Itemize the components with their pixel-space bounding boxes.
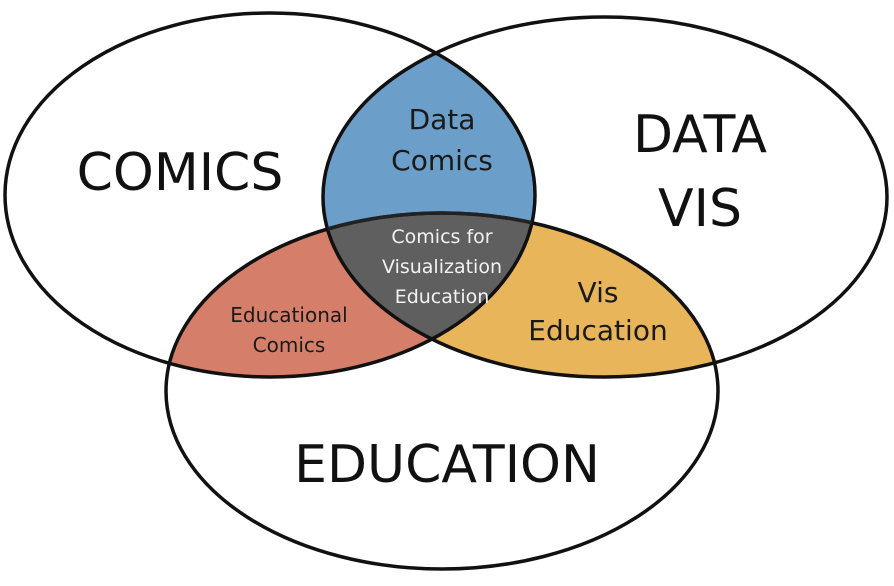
center-label-line2: Visualization [382,256,502,278]
data-comics-label-line2: Comics [391,144,493,177]
center-label-line1: Comics for [391,226,492,248]
education-label: EDUCATION [294,435,600,495]
data-vis-label-line2: VIS [658,179,742,239]
center-label-line3: Education [395,286,490,308]
data-comics-label-line1: Data [409,103,476,136]
educational-comics-label-line1: Educational [230,303,347,327]
educational-comics-label-line2: Comics [253,333,326,357]
vis-education-label-line1: Vis [578,276,619,309]
data-vis-label-line1: DATA [633,105,767,165]
venn-diagram: COMICS DATA VIS EDUCATION Data Comics Ed… [3,11,889,571]
vis-education-label-line2: Education [528,314,667,347]
comics-label: COMICS [77,143,284,203]
